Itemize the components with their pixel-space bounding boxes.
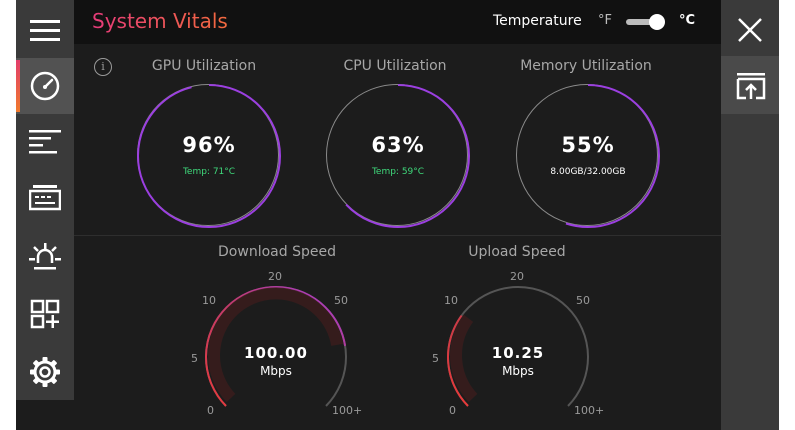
gpu-temperature: Temp: 71°C (182, 167, 236, 177)
temperature-unit-toggle[interactable] (626, 14, 666, 30)
memory-usage: 8.00GB/32.00GB (550, 167, 626, 177)
window-upload-icon (736, 73, 766, 100)
upload-speed-unit: Mbps (502, 364, 534, 378)
unit-celsius-label[interactable]: °C (679, 13, 695, 28)
nav-system-vitals[interactable] (16, 58, 74, 114)
upload-tick-10: 10 (444, 294, 458, 307)
upload-tick-100-plus: 100+ (574, 404, 605, 417)
settings-icon (30, 357, 60, 387)
nav-settings[interactable] (16, 344, 74, 400)
list-icon (29, 130, 61, 154)
gpu-utilization-ring: 96% Temp: 71°C (137, 84, 281, 228)
nav-apps[interactable] (16, 286, 74, 342)
menu-icon (30, 20, 60, 41)
memory-utilization-value: 55% (561, 133, 615, 157)
download-tick-50: 50 (334, 294, 348, 307)
nav-memory[interactable] (16, 170, 74, 226)
menu-button[interactable] (16, 2, 74, 58)
upload-tick-5: 5 (432, 352, 439, 365)
download-speed-unit: Mbps (260, 364, 292, 378)
speedometer-icon (30, 71, 60, 101)
right-sidebar (721, 0, 779, 430)
upload-tick-50: 50 (576, 294, 590, 307)
temperature-label: Temperature (493, 13, 582, 29)
nav-list[interactable] (16, 114, 74, 170)
download-tick-20: 20 (268, 270, 282, 283)
top-bar: System Vitals Temperature °F °C (74, 0, 721, 44)
cpu-utilization-value: 63% (371, 133, 425, 157)
left-sidebar (16, 0, 74, 400)
page-title: System Vitals (92, 9, 228, 33)
apps-icon (30, 299, 60, 329)
unit-fahrenheit-label[interactable]: °F (598, 13, 612, 28)
cpu-utilization-title: CPU Utilization (343, 58, 447, 74)
download-speed-title: Download Speed (218, 244, 336, 260)
cpu-utilization-ring: 63% Temp: 59°C (326, 84, 470, 228)
info-icon[interactable]: i (94, 58, 112, 76)
upload-speed-title: Upload Speed (468, 244, 566, 260)
toggle-knob (649, 14, 665, 30)
upload-tick-20: 20 (510, 270, 524, 283)
app-window: System Vitals Temperature °F °C i GPU Ut… (16, 0, 779, 430)
close-icon (738, 18, 762, 42)
upload-tick-0: 0 (449, 404, 456, 417)
download-tick-100-plus: 100+ (332, 404, 363, 417)
memory-utilization-ring: 55% 8.00GB/32.00GB (516, 84, 660, 228)
download-tick-5: 5 (191, 352, 198, 365)
lighting-icon (29, 243, 61, 270)
memory-utilization-title: Memory Utilization (520, 58, 652, 74)
download-tick-0: 0 (207, 404, 214, 417)
gpu-utilization-title: GPU Utilization (151, 58, 257, 74)
section-divider (74, 235, 721, 236)
window-action-button[interactable] (721, 56, 779, 114)
nav-lighting[interactable] (16, 230, 74, 286)
main-panel: System Vitals Temperature °F °C i GPU Ut… (74, 0, 721, 430)
memory-icon (29, 185, 61, 211)
active-indicator (16, 60, 20, 112)
cpu-temperature: Temp: 59°C (371, 167, 425, 177)
gpu-utilization-value: 96% (182, 133, 236, 157)
download-tick-10: 10 (202, 294, 216, 307)
upload-speed-value: 10.25 (491, 344, 545, 362)
download-speed-value: 100.00 (244, 344, 308, 362)
close-button[interactable] (721, 2, 779, 58)
